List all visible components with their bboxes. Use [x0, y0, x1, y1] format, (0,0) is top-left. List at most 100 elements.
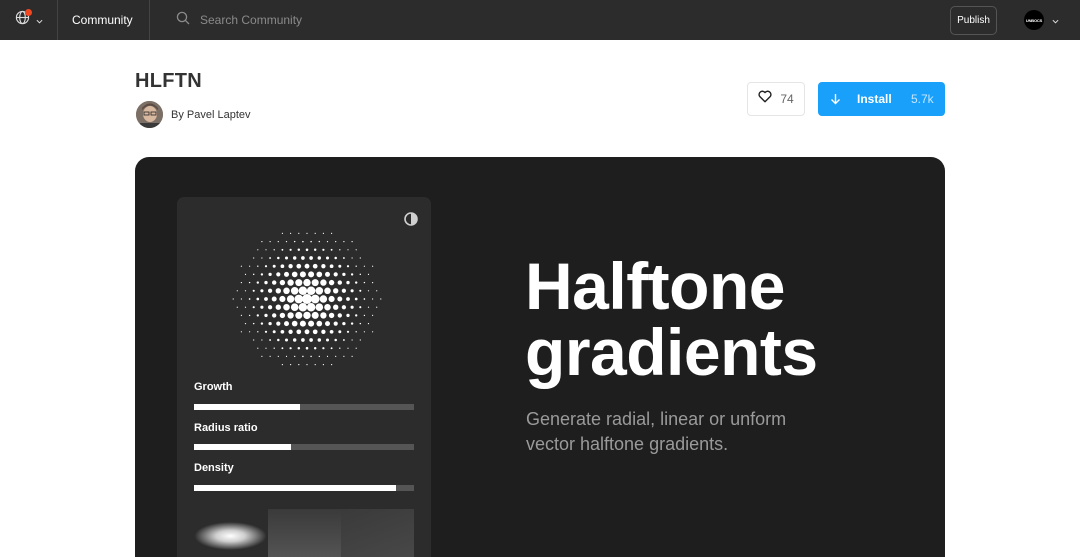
- halftone-dot: [333, 321, 338, 326]
- language-menu-button[interactable]: [0, 0, 58, 40]
- author-link[interactable]: By Pavel Laptev: [136, 101, 251, 128]
- halftone-dot: [285, 241, 288, 243]
- halftone-dot: [244, 323, 247, 325]
- halftone-dot-pattern: [232, 232, 382, 366]
- halftone-dot: [325, 321, 330, 327]
- halftone-dot: [298, 302, 308, 312]
- publish-button[interactable]: Publish: [950, 6, 997, 35]
- halftone-dot: [310, 294, 320, 304]
- halftone-dot: [298, 232, 300, 234]
- halftone-dot: [297, 346, 301, 350]
- plugin-ui-preview-panel: Growth Radius ratio Density: [177, 197, 431, 557]
- halftone-dot: [343, 241, 345, 243]
- halftone-dot: [351, 339, 353, 341]
- halftone-dot: [305, 248, 309, 252]
- halftone-dot: [265, 347, 267, 349]
- linear-gradient-preset[interactable]: [268, 509, 341, 557]
- halftone-dot: [289, 347, 292, 350]
- halftone-dot: [253, 257, 255, 259]
- halftone-dot: [326, 355, 329, 357]
- halftone-dot: [276, 321, 281, 326]
- halftone-dot: [286, 295, 295, 303]
- halftone-dot: [281, 347, 284, 350]
- halftone-dot: [355, 314, 358, 317]
- halftone-dot: [268, 272, 272, 277]
- halftone-dot: [260, 322, 264, 325]
- halftone-dot: [341, 305, 347, 310]
- halftone-dot: [363, 314, 366, 317]
- halftone-dot: [280, 264, 285, 269]
- halftone-dot: [310, 240, 312, 243]
- halftone-dot: [325, 338, 330, 342]
- halftone-dot: [283, 303, 290, 311]
- halftone-dot: [292, 256, 297, 260]
- halftone-dot: [240, 265, 242, 267]
- headline-line: gradients: [525, 315, 818, 389]
- halftone-dot: [277, 355, 279, 357]
- slider-fill: [194, 404, 300, 410]
- halftone-dot: [338, 264, 342, 268]
- chevron-down-icon: [36, 11, 43, 29]
- halftone-dot: [316, 271, 323, 278]
- halftone-dot: [321, 329, 326, 334]
- halftone-dot: [312, 263, 318, 269]
- halftone-dot: [363, 298, 366, 300]
- halftone-dot: [359, 322, 362, 325]
- profile-menu-button[interactable]: UNBOCS: [1024, 10, 1059, 30]
- halftone-dot: [272, 264, 276, 268]
- halftone-dot: [359, 289, 362, 292]
- halftone-dot: [355, 281, 358, 284]
- install-label: Install: [857, 92, 892, 106]
- halftone-dot: [257, 331, 259, 333]
- halftone-dot: [290, 232, 292, 234]
- halftone-dot: [359, 339, 361, 341]
- install-button[interactable]: Install 5.7k: [818, 82, 945, 116]
- halftone-dot: [236, 306, 238, 308]
- halftone-dot: [295, 311, 303, 319]
- halftone-dot: [257, 265, 259, 267]
- like-button[interactable]: 74: [747, 82, 805, 116]
- halftone-dot: [315, 286, 324, 295]
- halftone-dot: [269, 339, 272, 341]
- halftone-dot: [316, 320, 323, 327]
- theme-toggle-icon[interactable]: [404, 212, 418, 231]
- halftone-dot: [267, 305, 273, 310]
- halftone-dot: [305, 346, 309, 350]
- plugin-title: HLFTN: [135, 70, 203, 92]
- author-name: By Pavel Laptev: [171, 108, 251, 121]
- notification-dot: [25, 9, 32, 16]
- halftone-dot: [322, 347, 325, 350]
- uniform-gradient-preset[interactable]: [341, 509, 414, 557]
- halftone-dot: [346, 297, 350, 301]
- halftone-dot: [257, 347, 259, 349]
- halftone-dot: [301, 338, 305, 342]
- profile-avatar: UNBOCS: [1024, 10, 1044, 30]
- halftone-dot: [292, 338, 297, 342]
- halftone-dot: [331, 364, 333, 366]
- halftone-dot: [267, 288, 273, 293]
- halftone-dot: [249, 331, 251, 333]
- halftone-dot: [306, 286, 316, 296]
- halftone-dot: [341, 288, 347, 293]
- halftone-dot: [359, 257, 361, 259]
- halftone-dot: [261, 257, 263, 259]
- halftone-dot: [302, 294, 312, 304]
- radial-gradient-preset[interactable]: [194, 509, 267, 557]
- density-slider[interactable]: [194, 485, 414, 491]
- halftone-dot: [248, 298, 251, 300]
- halftone-dot: [264, 313, 268, 318]
- halftone-dot: [337, 280, 342, 285]
- search-input[interactable]: [200, 13, 500, 27]
- radius-ratio-slider[interactable]: [194, 444, 414, 450]
- search-bar[interactable]: [176, 0, 500, 40]
- halftone-dot: [302, 355, 304, 358]
- halftone-dot: [279, 295, 286, 303]
- halftone-dot: [342, 339, 345, 341]
- halftone-dot: [240, 282, 242, 284]
- halftone-dot: [290, 303, 299, 312]
- community-nav-link[interactable]: Community: [72, 0, 133, 40]
- halftone-dot: [325, 256, 330, 260]
- hero-banner: Growth Radius ratio Density Halftone gra…: [135, 157, 945, 557]
- growth-slider[interactable]: [194, 404, 414, 410]
- halftone-dot: [367, 290, 370, 292]
